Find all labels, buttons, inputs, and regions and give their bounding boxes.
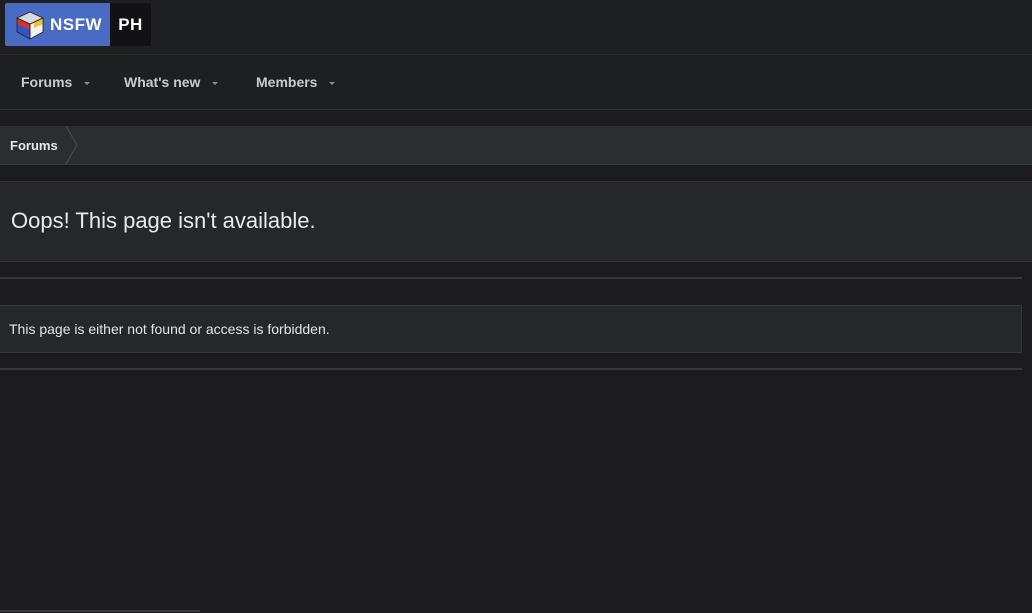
chevron-down-icon[interactable] xyxy=(329,81,336,85)
nav-item-forums[interactable]: Forums xyxy=(21,55,91,109)
nav-item-label: Members xyxy=(256,74,318,90)
page-title: Oops! This page isn't available. xyxy=(11,208,316,233)
nav-item-members[interactable]: Members xyxy=(256,55,336,109)
nav-item-label: Forums xyxy=(21,74,73,90)
breadcrumb-separator-icon xyxy=(66,126,78,164)
divider xyxy=(0,368,1022,370)
cube-logo-icon xyxy=(16,11,44,40)
nav-item-whats-new[interactable]: What's new xyxy=(124,55,219,109)
chevron-down-icon[interactable] xyxy=(212,81,219,85)
divider xyxy=(0,277,1022,279)
error-message-block: This page is either not found or access … xyxy=(0,305,1022,353)
site-header: NSFW PH xyxy=(0,0,1032,55)
logo-left-panel: NSFW xyxy=(5,3,110,46)
error-message: This page is either not found or access … xyxy=(9,321,330,337)
nav-item-label: What's new xyxy=(124,74,201,90)
breadcrumb-item-forums[interactable]: Forums xyxy=(0,126,78,164)
page: NSFW PH Forums What's new Members Forums… xyxy=(0,0,1032,613)
chevron-down-icon[interactable] xyxy=(84,81,91,85)
page-title-block: Oops! This page isn't available. xyxy=(0,181,1032,262)
main-nav: Forums What's new Members xyxy=(0,55,1032,110)
breadcrumb-label[interactable]: Forums xyxy=(0,138,58,153)
scrollbar-track[interactable] xyxy=(0,610,200,612)
logo-text: NSFW xyxy=(50,14,103,34)
site-logo[interactable]: NSFW PH xyxy=(5,3,151,46)
logo-suffix: PH xyxy=(110,3,151,46)
breadcrumb: Forums xyxy=(0,126,1032,165)
